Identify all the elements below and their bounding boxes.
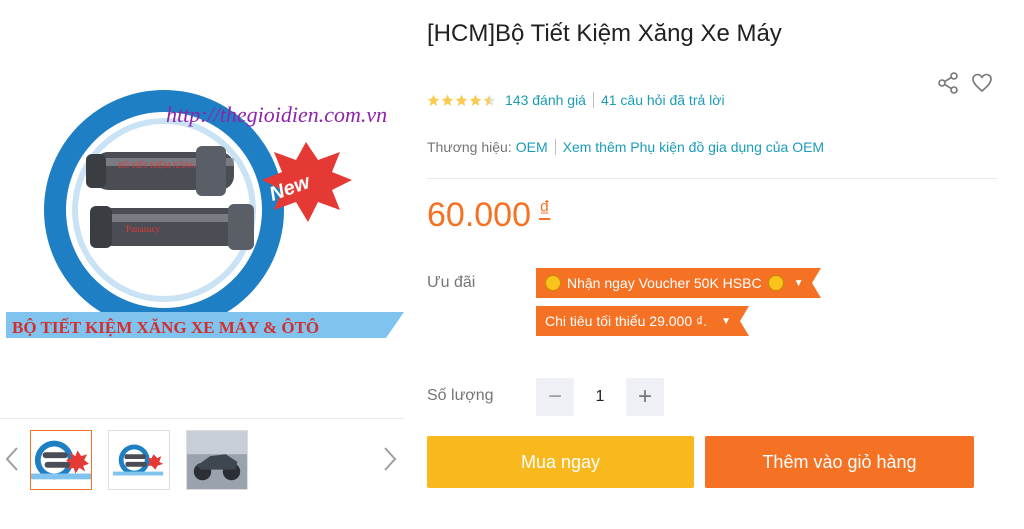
chevron-right-icon[interactable] [380,444,400,474]
star-icon [441,94,454,106]
smile-icon [767,275,784,291]
product-info: [HCM]Bộ Tiết Kiệm Xăng Xe Máy 143 đánh g… [427,0,997,529]
more-products-link[interactable]: Xem thêm Phụ kiện đồ gia dụng của OEM [563,139,824,155]
add-to-cart-button[interactable]: Thêm vào giỏ hàng [705,436,974,488]
price-currency: ₫ [539,196,551,221]
tube-text-1: BỘ TIẾT KIỆM XĂNG [118,160,196,170]
product-detail: BỘ TIẾT KIỆM XĂNG Panasucy New http://th… [0,0,1024,529]
buy-now-button[interactable]: Mua ngay [427,436,694,488]
star-half-icon [483,94,496,106]
product-title: [HCM]Bộ Tiết Kiệm Xăng Xe Máy [427,20,782,47]
quantity-input[interactable] [574,378,626,416]
star-icon [427,94,440,106]
product-price: 60.000 ₫ [427,196,550,235]
voucher-tail [812,268,822,298]
rating-row: 143 đánh giá 41 câu hỏi đã trả lời [427,92,725,108]
promo-label: Ưu đãi [427,274,476,291]
voucher-text: Nhận ngay Voucher 50K HSBC [567,275,762,291]
tube-text-2: Panasucy [126,224,160,234]
separator [592,92,594,108]
image-url-text: http://thegioidien.com.vn [166,102,387,127]
quantity-increase-button[interactable]: + [626,378,664,416]
heart-icon[interactable] [971,72,993,94]
image-banner-text: BỘ TIẾT KIỆM XĂNG XE MÁY & ÔTÔ [12,318,319,337]
voucher-tag-min-spend[interactable]: Chi tiêu tối thiểu 29.000 ₫. ▼ [536,306,749,336]
thumbnail-1[interactable] [30,430,92,490]
brand-row: Thương hiệu: OEM Xem thêm Phụ kiện đồ gi… [427,139,824,155]
quantity-decrease-button[interactable]: − [536,378,574,416]
separator [554,139,556,155]
star-rating [427,94,496,107]
caret-down-icon: ▼ [793,277,804,289]
info-divider [427,178,997,179]
product-gallery: BỘ TIẾT KIỆM XĂNG Panasucy New http://th… [0,0,404,529]
star-icon [455,94,468,106]
gallery-divider [0,418,404,419]
brand-label: Thương hiệu: [427,139,512,155]
thumbnail-2[interactable] [108,430,170,490]
price-value: 60.000 [427,196,531,234]
voucher-tag-hsbc[interactable]: Nhận ngay Voucher 50K HSBC ▼ [536,268,822,298]
star-icon [469,94,482,106]
caret-down-icon: ▼ [721,315,731,327]
voucher-min-text: Chi tiêu tối thiểu 29.000 ₫. [545,313,708,329]
main-product-image[interactable]: BỘ TIẾT KIỆM XĂNG Panasucy New http://th… [6,60,404,350]
chevron-left-icon[interactable] [2,444,22,474]
smile-icon [545,275,561,291]
thumbnail-3[interactable] [186,430,248,490]
thumbnail-strip [0,428,404,492]
questions-link[interactable]: 41 câu hỏi đã trả lời [601,92,725,108]
brand-link[interactable]: OEM [516,139,548,155]
voucher-tail [739,306,749,336]
share-actions [937,72,993,94]
quantity-label: Số lượng [427,387,494,404]
rating-count-link[interactable]: 143 đánh giá [505,92,586,108]
share-icon[interactable] [937,72,959,94]
quantity-stepper: − + [536,378,664,416]
